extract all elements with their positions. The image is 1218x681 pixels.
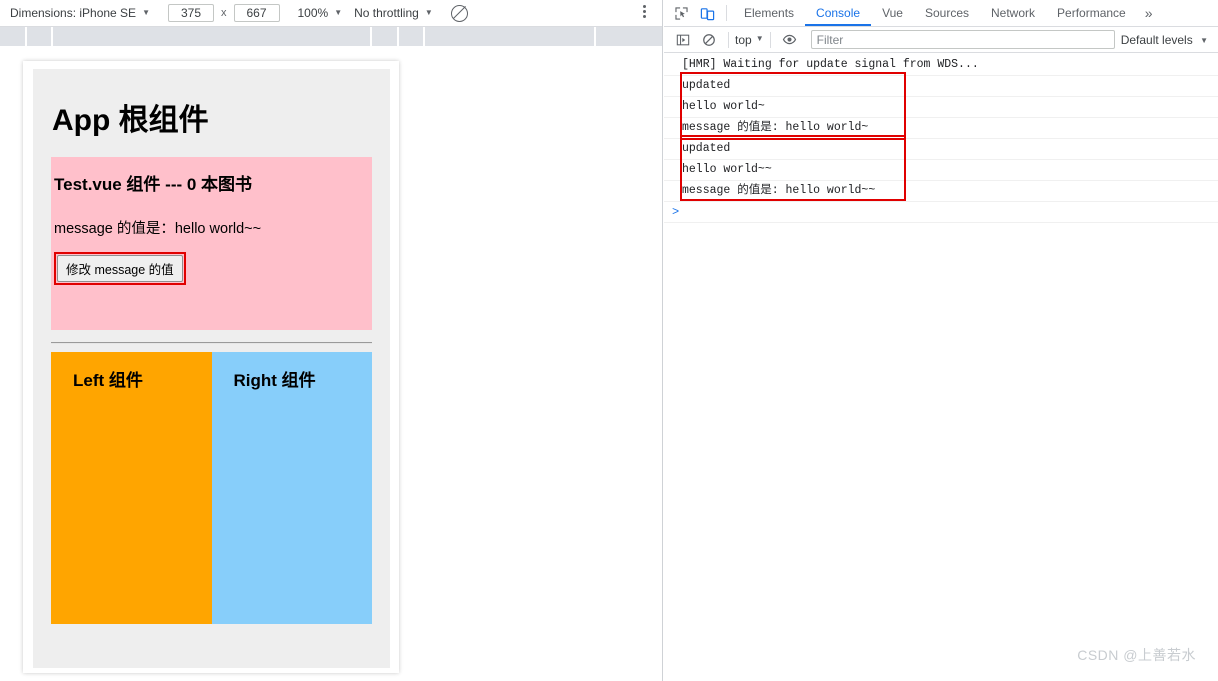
console-message: hello world~ (664, 97, 1218, 118)
toolbar-divider (728, 31, 729, 48)
tab-vue[interactable]: Vue (871, 1, 914, 26)
console-context-selector[interactable]: top ▼ (735, 33, 764, 47)
tab-network[interactable]: Network (980, 1, 1046, 26)
chevron-down-icon: ▼ (424, 7, 433, 17)
right-component-label: Right 组件 (233, 371, 316, 390)
left-component-panel: Left 组件 (51, 352, 212, 624)
ruler-tick (370, 27, 372, 47)
zoom-selector[interactable]: 100% ▼ (296, 4, 345, 22)
toggle-device-toolbar-button[interactable] (694, 1, 720, 25)
toolbar-divider (769, 31, 771, 48)
inspect-element-button[interactable] (668, 1, 694, 25)
console-message: updated (664, 139, 1218, 160)
watermark-text: CSDN @上善若水 (1077, 647, 1196, 663)
live-expression-button[interactable] (777, 28, 803, 52)
ruler-tick (51, 27, 53, 47)
page-title: App 根组件 (52, 104, 209, 137)
split-components: Left 组件 Right 组件 (51, 352, 372, 624)
console-message: message 的值是: hello world~~ (664, 181, 1218, 202)
console-message: [HMR] Waiting for update signal from WDS… (664, 55, 1218, 76)
tab-sources[interactable]: Sources (914, 1, 980, 26)
chevron-down-icon: ▼ (142, 7, 150, 17)
ruler-tick (423, 27, 425, 47)
test-component-panel: Test.vue 组件 --- 0 本图书 message 的值是：hello … (51, 157, 372, 330)
viewport-ruler (0, 27, 662, 47)
right-component-panel: Right 组件 (211, 352, 372, 624)
console-message: hello world~~ (664, 160, 1218, 181)
device-toolbar: Dimensions: iPhone SE ▼ x 100% ▼ No thro… (0, 0, 662, 27)
clear-console-icon (703, 33, 715, 46)
chevron-down-icon: ▼ (334, 7, 343, 17)
toolbar-divider (726, 5, 727, 21)
console-message: message 的值是: hello world~ (664, 118, 1218, 139)
more-tabs-button[interactable]: » (1137, 5, 1161, 21)
console-message: updated (664, 76, 1218, 97)
console-levels-label: Default levels (1120, 32, 1193, 47)
throttling-label: No throttling (354, 6, 419, 20)
console-message-list[interactable]: [HMR] Waiting for update signal from WDS… (664, 53, 1218, 223)
rendered-page-viewport[interactable]: App 根组件 Test.vue 组件 --- 0 本图书 message 的值… (33, 69, 390, 668)
chevron-down-icon: ▼ (755, 34, 764, 43)
inspect-element-icon (674, 6, 688, 20)
chevron-down-icon: ▼ (1200, 35, 1208, 45)
device-emulation-pane: Dimensions: iPhone SE ▼ x 100% ▼ No thro… (0, 0, 663, 681)
device-selector[interactable]: Dimensions: iPhone SE ▼ (8, 4, 152, 22)
test-component-heading: Test.vue 组件 --- 0 本图书 (54, 175, 253, 194)
throttling-selector[interactable]: No throttling ▼ (352, 4, 435, 22)
console-context-label: top (735, 32, 752, 47)
console-sidebar-icon (676, 34, 690, 45)
section-divider (51, 342, 372, 344)
modify-message-button[interactable]: 修改 message 的值 (57, 255, 183, 282)
tab-console[interactable]: Console (805, 1, 872, 26)
clear-console-button[interactable] (696, 28, 722, 52)
console-prompt[interactable]: > (664, 202, 1218, 223)
ruler-tick (25, 27, 27, 47)
devtools-tab-bar: Elements Console Vue Sources Network Per… (664, 0, 1218, 27)
device-toolbar-more-options-button[interactable] (636, 5, 652, 22)
console-toolbar: top ▼ Default levels ▼ (664, 27, 1218, 53)
viewport-width-input[interactable] (168, 4, 214, 22)
viewport-height-input[interactable] (233, 4, 280, 22)
console-levels-selector[interactable]: Default levels ▼ (1121, 33, 1212, 47)
tab-performance[interactable]: Performance (1046, 1, 1137, 26)
left-component-label: Left 组件 (73, 371, 143, 390)
ruler-tick (594, 27, 596, 47)
no-throttling-icon[interactable] (450, 4, 468, 22)
tab-elements[interactable]: Elements (733, 1, 805, 26)
message-value-text: message 的值是：hello world~~ (54, 221, 262, 237)
devtools-pane: Elements Console Vue Sources Network Per… (664, 0, 1218, 681)
ruler-tick (397, 27, 399, 47)
zoom-label: 100% (297, 6, 329, 20)
console-filter-input[interactable] (810, 30, 1115, 49)
toggle-device-toolbar-icon (700, 7, 714, 20)
modify-message-highlight: 修改 message 的值 (54, 252, 186, 285)
console-sidebar-button[interactable] (670, 28, 696, 52)
dimension-separator: x (221, 7, 227, 19)
live-expression-icon (782, 34, 797, 45)
device-selector-label: Dimensions: iPhone SE (10, 6, 137, 20)
device-frame: App 根组件 Test.vue 组件 --- 0 本图书 message 的值… (23, 61, 399, 673)
